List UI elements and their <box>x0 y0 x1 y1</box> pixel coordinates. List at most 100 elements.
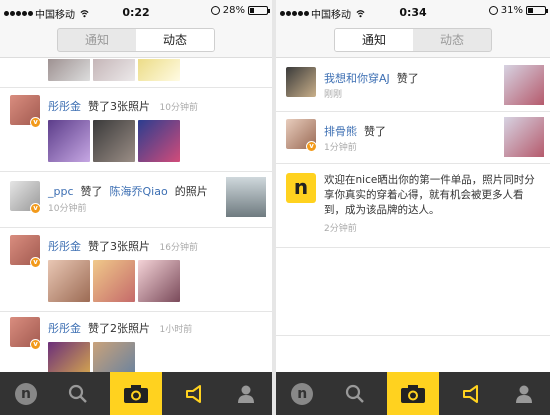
photo-thumbnail[interactable] <box>93 260 135 302</box>
photo-thumbnail[interactable] <box>93 120 135 162</box>
divider <box>276 247 550 248</box>
search-icon <box>345 384 364 403</box>
user-icon <box>515 385 532 403</box>
verified-badge-icon: v <box>30 117 41 128</box>
tab-notifications[interactable]: 通知 <box>335 29 413 51</box>
battery-icon <box>526 6 548 15</box>
list-item[interactable]: v _ppc 赞了 陈海乔Qiao 的照片 10分钟前 <box>0 177 272 227</box>
megaphone-icon <box>186 384 201 403</box>
divider <box>0 171 272 172</box>
tab-profile[interactable] <box>220 372 272 415</box>
username-link[interactable]: _ppc <box>48 185 74 198</box>
battery-icon <box>248 6 270 15</box>
bottom-tab-bar: n <box>276 372 550 415</box>
avatar[interactable] <box>286 67 316 97</box>
tab-home[interactable]: n <box>0 372 52 415</box>
action-text: 赞了 <box>396 72 419 85</box>
action-text: 赞了 <box>80 185 103 198</box>
tab-activity[interactable]: 动态 <box>136 29 214 51</box>
list-item[interactable]: 我想和你穿AJ 赞了 刚刚 <box>276 65 550 115</box>
timestamp: 10分钟前 <box>159 103 198 113</box>
timestamp: 1小时前 <box>159 325 193 335</box>
tab-camera[interactable] <box>110 372 162 415</box>
list-item[interactable]: v 彤彤金 赞了3张照片 16分钟前 <box>0 235 272 309</box>
timestamp: 16分钟前 <box>159 243 198 253</box>
timestamp: 1分钟前 <box>324 143 357 153</box>
tab-profile[interactable] <box>498 372 550 415</box>
tab-notifications[interactable]: 通知 <box>58 29 136 51</box>
photo-thumbnail[interactable] <box>48 120 90 162</box>
divider <box>0 311 272 312</box>
tab-search[interactable] <box>328 372 380 415</box>
photo-thumbnail[interactable] <box>48 260 90 302</box>
photo-thumbnail[interactable] <box>138 59 180 81</box>
username-link[interactable]: 我想和你穿AJ <box>324 72 390 85</box>
verified-badge-icon: v <box>30 257 41 268</box>
action-text: 赞了2张照片 <box>88 322 150 335</box>
camera-icon <box>124 384 148 403</box>
battery-fill <box>528 8 533 13</box>
nav-header: 通知 动态 <box>0 24 272 58</box>
photo-thumbnail[interactable] <box>138 260 180 302</box>
list-item[interactable]: v 排骨熊 赞了 1分钟前 <box>276 115 550 165</box>
timestamp: 刚刚 <box>324 90 343 100</box>
bottom-tab-bar: n <box>0 372 272 415</box>
username-link[interactable]: 彤彤金 <box>48 100 81 113</box>
list-item <box>0 59 272 81</box>
photo-thumbnail[interactable] <box>504 117 544 157</box>
segmented-control: 通知 动态 <box>57 28 215 52</box>
divider <box>0 227 272 228</box>
photo-thumbnail[interactable] <box>48 342 90 372</box>
action-text: 赞了3张照片 <box>88 100 150 113</box>
alarm-icon <box>210 6 220 15</box>
list-item[interactable]: v 彤彤金 赞了3张照片 10分钟前 <box>0 95 272 169</box>
timestamp: 2分钟前 <box>324 224 357 234</box>
tab-home[interactable]: n <box>276 372 328 415</box>
notifications-screen: 中国移动 0:34 31% 通知 动态 我想和你穿AJ 赞了 刚刚 v 排骨熊 … <box>276 0 550 415</box>
nav-header: 通知 动态 <box>276 24 550 58</box>
photo-thumbnail[interactable] <box>226 177 266 217</box>
photo-thumbnail[interactable] <box>138 120 180 162</box>
battery-fill <box>250 8 255 13</box>
camera-icon <box>401 384 426 403</box>
tab-camera[interactable] <box>386 372 440 415</box>
list-item[interactable]: v 彤彤金 赞了2张照片 1小时前 <box>0 317 272 372</box>
username-link[interactable]: 排骨熊 <box>324 125 357 138</box>
divider <box>276 335 550 336</box>
username-link[interactable]: 彤彤金 <box>48 240 81 253</box>
target-user-link[interactable]: 陈海乔Qiao <box>110 185 168 198</box>
alarm-icon <box>488 6 498 15</box>
list-item[interactable]: n 欢迎在nice晒出你的第一件单品，照片同时分享你真实的穿着心得，就有机会被更… <box>276 171 550 251</box>
photo-thumbnail[interactable] <box>504 65 544 105</box>
username-link[interactable]: 彤彤金 <box>48 322 81 335</box>
photo-thumbnail[interactable] <box>48 59 90 81</box>
activity-feed: v 彤彤金 赞了3张照片 10分钟前 v _ppc 赞了 陈海乔Qiao 的照片 <box>0 59 272 372</box>
tab-notifications[interactable] <box>168 372 220 415</box>
verified-badge-icon: v <box>306 141 317 152</box>
action-text: 赞了 <box>364 125 386 138</box>
divider <box>276 111 550 112</box>
photo-thumbnail[interactable] <box>93 59 135 81</box>
divider <box>0 87 272 88</box>
tab-notifications[interactable] <box>445 372 497 415</box>
nice-home-icon: n <box>291 382 314 405</box>
search-icon <box>68 384 87 403</box>
user-icon <box>238 385 254 403</box>
battery-percent: 28% <box>222 5 245 16</box>
tab-activity[interactable]: 动态 <box>413 29 491 51</box>
action-suffix: 的照片 <box>174 185 208 198</box>
status-bar: 中国移动 0:22 28% <box>0 0 272 24</box>
notification-list: 我想和你穿AJ 赞了 刚刚 v 排骨熊 赞了 1分钟前 n 欢迎在nice晒出你… <box>276 59 550 372</box>
divider <box>276 163 550 164</box>
photo-thumbnail[interactable] <box>93 342 135 372</box>
battery-percent: 31% <box>500 5 523 16</box>
status-bar: 中国移动 0:34 31% <box>276 0 550 24</box>
megaphone-icon <box>463 384 479 403</box>
tab-search[interactable] <box>52 372 104 415</box>
action-text: 赞了3张照片 <box>88 240 150 253</box>
feed-screen: 中国移动 0:22 28% 通知 动态 v 彤彤金 赞了3张照片 10分钟前 v… <box>0 0 272 415</box>
timestamp: 10分钟前 <box>48 204 87 214</box>
nice-logo-icon: n <box>286 173 316 203</box>
verified-badge-icon: v <box>30 339 41 350</box>
segmented-control: 通知 动态 <box>334 28 492 52</box>
